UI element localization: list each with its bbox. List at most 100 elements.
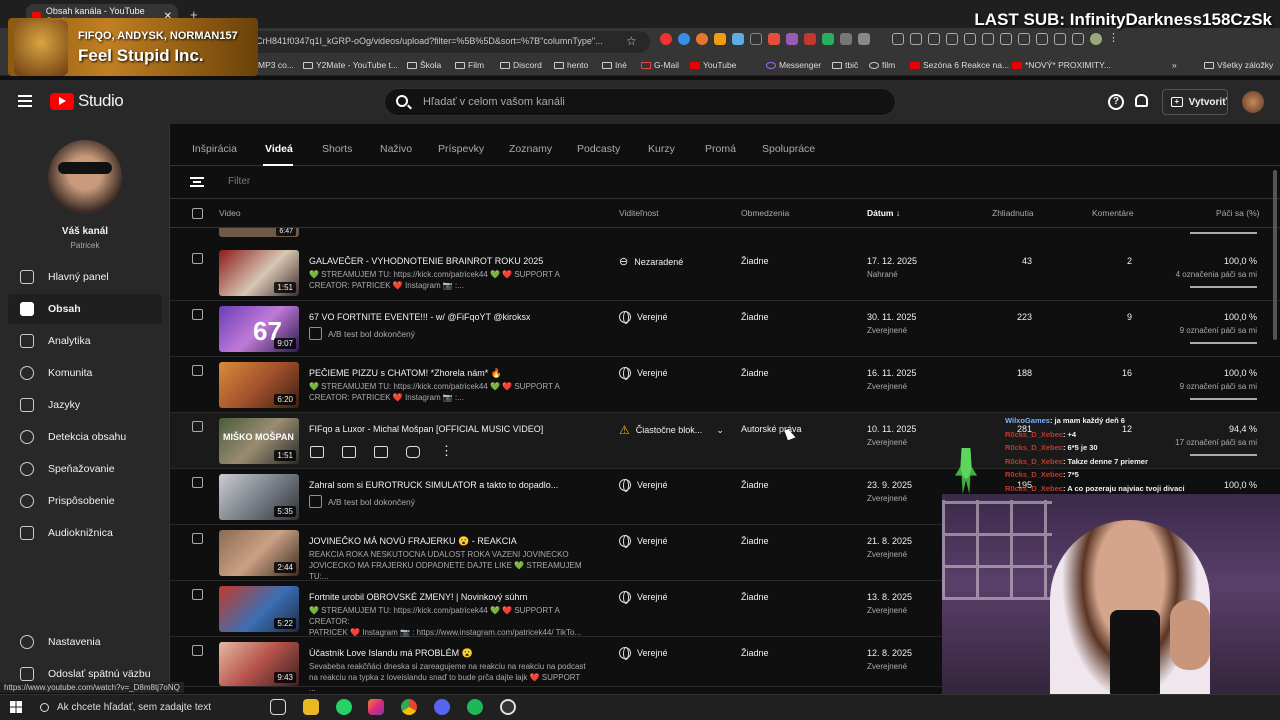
video-thumbnail[interactable]: 9:43 [219,642,299,686]
channel-avatar[interactable] [48,140,122,214]
video-title[interactable]: GALAVEČER - VYHODNOTENIE BRAINROT ROKU 2… [309,256,543,266]
create-button[interactable]: + Vytvoriť [1162,89,1228,115]
extension-icon[interactable] [696,33,708,45]
extension-icon[interactable] [732,33,744,45]
column-header-date[interactable]: Dátum ↓ [867,208,900,218]
chevron-down-icon[interactable]: ⌄ [716,425,724,436]
column-header-views[interactable]: Zhliadnutia [992,208,1034,218]
bookmark-item[interactable]: Y2Mate - YouTube t... [303,60,398,70]
file-explorer-icon[interactable] [303,699,319,715]
video-title[interactable]: FIFqo a Luxor - Michal Mošpan [OFFICIAL … [309,424,543,434]
video-thumbnail[interactable]: 2:44 [219,530,299,576]
row-checkbox[interactable] [192,365,203,376]
video-thumbnail-partial[interactable]: 6:47 [219,228,299,237]
filter-icon[interactable] [190,177,204,187]
extension-icon[interactable] [964,33,976,45]
download-icon[interactable] [1000,33,1012,45]
bookmark-item[interactable]: *NOVÝ* PROXIMITY... [1012,60,1111,70]
windows-start-icon[interactable] [10,701,22,713]
tab-playlists[interactable]: Zoznamy [509,143,552,155]
visibility-cell[interactable]: Verejné [619,311,668,324]
tab-inspiration[interactable]: Inšpirácia [192,143,237,155]
chrome-icon[interactable] [401,699,417,715]
video-title[interactable]: Zahral som si EUROTRUCK SIMULATOR a takt… [309,480,558,490]
whatsapp-icon[interactable] [336,699,352,715]
bookmarks-overflow-icon[interactable]: » [1172,60,1177,70]
tab-podcasts[interactable]: Podcasty [577,143,620,155]
video-title[interactable]: PEČIEME PIZZU s CHATOM! *Zhorela nám* 🔥 [309,368,502,379]
extension-icon[interactable] [928,33,940,45]
address-bar[interactable]: CrH841f0347q1I_kGRP-oOg/videos/upload?fi… [230,31,650,53]
extension-icon[interactable] [946,33,958,45]
youtube-play-icon[interactable] [406,446,420,458]
video-title[interactable]: 67 VO FORTNITE EVENTE!!! - w/ @FiFqoYT @… [309,312,530,322]
discord-icon[interactable] [434,699,450,715]
visibility-cell[interactable]: Verejné [619,591,668,604]
bookmark-star-icon[interactable]: ☆ [626,34,637,48]
row-checkbox[interactable] [192,533,203,544]
search-input[interactable]: Hľadať v celom vašom kanáli [384,88,896,116]
bookmark-item[interactable]: MP3 co... [258,60,294,70]
bookmark-item[interactable]: film [869,60,895,70]
column-header-comments[interactable]: Komentáre [1092,208,1134,218]
sidebar-item-community[interactable]: Komunita [8,358,162,388]
bookmark-item[interactable]: tbič [832,60,858,70]
video-thumbnail[interactable]: 6:20 [219,362,299,408]
tab-live[interactable]: Naživo [380,143,412,155]
video-thumbnail[interactable]: MIŠKO MOŠPAN 1:51 [219,418,299,464]
profile-avatar-icon[interactable] [1090,33,1102,45]
bookmark-folder[interactable]: hento [554,60,588,70]
visibility-cell[interactable]: Verejné [619,367,668,380]
sidebar-item-analytics[interactable]: Analytika [8,326,162,356]
sidebar-item-settings[interactable]: Nastavenia [8,627,162,657]
column-header-visibility[interactable]: Viditeľnost [619,208,659,218]
more-options-icon[interactable]: ⋮ [440,443,453,459]
browser-menu-icon[interactable]: ⋮ [1108,33,1120,45]
bookmark-folder[interactable]: Film [455,60,484,70]
row-checkbox[interactable] [192,645,203,656]
sidebar-item-monetization[interactable]: Speňažovanie [8,454,162,484]
analytics-icon[interactable] [342,446,356,458]
taskbar-search[interactable]: Ak chcete hľadať, sem zadajte text [34,696,260,718]
extension-icon[interactable] [892,33,904,45]
video-thumbnail[interactable]: 5:22 [219,586,299,632]
scrollbar-thumb[interactable] [1273,170,1277,340]
youtube-logo-icon[interactable] [50,93,74,110]
comments-icon[interactable] [374,446,388,458]
select-all-checkbox[interactable] [192,208,203,219]
extension-icon[interactable] [714,33,726,45]
row-checkbox[interactable] [192,477,203,488]
video-thumbnail[interactable]: 5:35 [219,474,299,520]
sidebar-item-dashboard[interactable]: Hlavný panel [8,262,162,292]
extension-icon[interactable] [822,33,834,45]
extension-icon[interactable] [768,33,780,45]
bookmark-item[interactable]: Messenger [766,60,821,70]
sidebar-item-content[interactable]: Obsah [8,294,162,324]
sidebar-item-languages[interactable]: Jazyky [8,390,162,420]
bookmark-item[interactable]: YouTube [690,60,736,70]
bookmark-item[interactable]: Sezóna 6 Reakce na... [910,60,1009,70]
task-view-icon[interactable] [270,699,286,715]
tab-promotions[interactable]: Promá [705,143,736,155]
extension-icon[interactable] [1072,33,1084,45]
tab-videos[interactable]: Videá [265,143,293,155]
video-title[interactable]: Účastník Love Islandu má PROBLÉM 😮 [309,648,473,659]
tab-posts[interactable]: Príspevky [438,143,484,155]
instagram-icon[interactable] [368,699,384,715]
visibility-cell[interactable]: Verejné [619,535,668,548]
visibility-cell[interactable]: Verejné [619,647,668,660]
column-header-likes[interactable]: Páči sa (%) [1216,208,1259,218]
row-checkbox[interactable] [192,309,203,320]
extension-icon[interactable] [750,33,762,45]
sidebar-item-content-detection[interactable]: Detekcia obsahu [8,422,162,452]
video-title[interactable]: JOVINEČKO MÁ NOVÚ FRAJERKU 😮 - REAKCIA [309,536,517,547]
extension-icon[interactable] [804,33,816,45]
tab-collaborations[interactable]: Spolupráce [762,143,815,155]
extension-icon[interactable] [1018,33,1030,45]
extension-icon[interactable] [840,33,852,45]
visibility-cell[interactable]: Verejné [619,479,668,492]
bookmark-item[interactable]: G-Mail [641,60,679,70]
visibility-cell[interactable]: ⚠ Čiastočne blok... ⌄ [619,423,724,437]
bookmark-folder[interactable]: Iné [602,60,627,70]
bookmark-folder[interactable]: Discord [500,60,542,70]
